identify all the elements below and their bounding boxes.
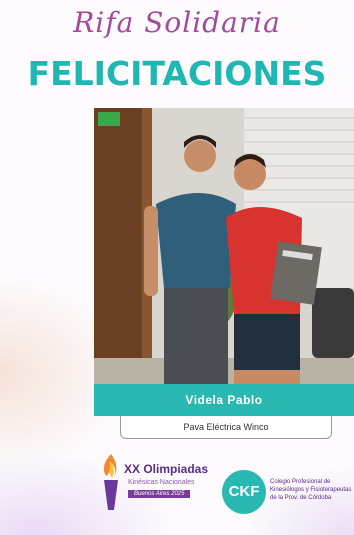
congratulations-headline: FELICITACIONES	[27, 54, 327, 93]
prize-label: Pava Eléctrica Winco	[120, 416, 332, 439]
winner-photo	[94, 108, 354, 386]
colegio-name: Colegio Profesional de Kinesiólogos y Fi…	[270, 478, 354, 502]
colegio-line: de la Prov. de Córdoba	[270, 495, 332, 501]
colegio-line: Kinesiólogos y Fisioterapeutas	[270, 487, 352, 493]
olimpiadas-tag: Buenos Aires 2025	[128, 490, 191, 498]
olimpiadas-logo: XX Olimpiadas Kinésicas Nacionales Bueno…	[98, 452, 210, 512]
torch-icon	[103, 454, 118, 510]
olimpiadas-subtitle: Kinésicas Nacionales	[128, 479, 195, 486]
raffle-script-title: Rifa Solidaria	[73, 6, 281, 39]
ckf-logo: CKF	[222, 470, 266, 514]
winner-name-banner: Videla Pablo	[94, 384, 354, 416]
colegio-line: Colegio Profesional de	[270, 479, 331, 485]
olimpiadas-title: XX Olimpiadas	[124, 462, 209, 476]
